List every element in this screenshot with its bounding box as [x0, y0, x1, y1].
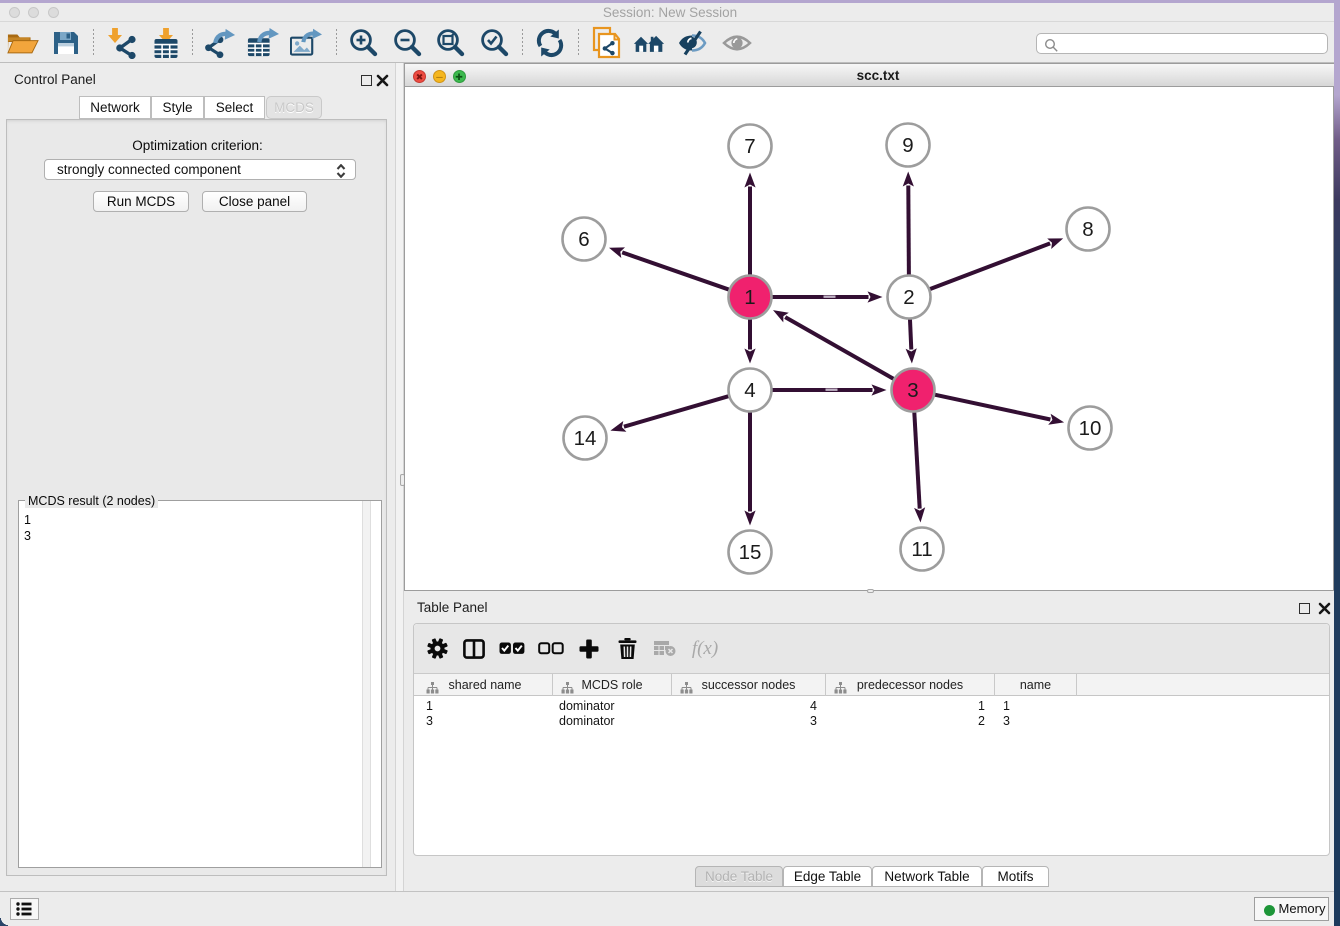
svg-text:10: 10	[1079, 417, 1102, 440]
svg-text:9: 9	[902, 134, 913, 157]
svg-text:1: 1	[744, 286, 755, 309]
svg-text:3: 3	[907, 379, 918, 402]
svg-text:15: 15	[739, 541, 762, 564]
svg-text:14: 14	[574, 427, 597, 450]
svg-text:4: 4	[744, 379, 755, 402]
svg-text:11: 11	[911, 538, 932, 561]
svg-text:6: 6	[578, 228, 589, 251]
svg-text:7: 7	[744, 135, 755, 158]
svg-text:8: 8	[1082, 218, 1093, 241]
svg-text:2: 2	[903, 286, 914, 309]
